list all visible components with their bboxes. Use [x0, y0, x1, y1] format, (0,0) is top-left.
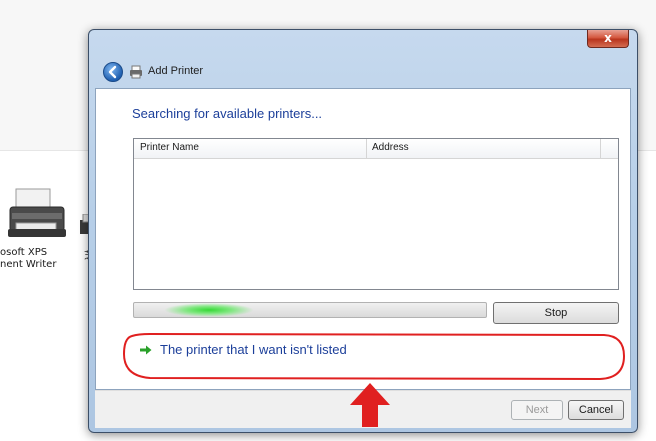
column-header-printer-name[interactable]: Printer Name	[140, 142, 199, 153]
printer-device-icon[interactable]	[6, 183, 70, 245]
close-button[interactable]: x	[587, 30, 629, 48]
back-button[interactable]	[103, 62, 123, 82]
page-heading: Searching for available printers...	[132, 106, 323, 121]
printer-list[interactable]: Printer Name Address	[133, 138, 619, 290]
annotation-arrow-icon	[350, 383, 390, 427]
column-header-address[interactable]: Address	[372, 142, 409, 153]
printer-label-line2: nent Writer	[0, 259, 57, 270]
printer-label-line1: osoft XPS	[0, 247, 48, 258]
column-divider[interactable]	[600, 139, 601, 158]
close-icon: x	[604, 31, 612, 45]
back-arrow-icon	[108, 65, 117, 79]
printer-device-label: osoft XPS nent Writer	[0, 247, 70, 271]
cancel-button[interactable]: Cancel	[568, 400, 624, 420]
annotation-oval	[122, 332, 626, 381]
next-button[interactable]: Next	[511, 400, 563, 420]
printer-icon	[130, 65, 142, 79]
search-progress-bar	[133, 302, 487, 318]
column-divider[interactable]	[366, 139, 367, 158]
progress-indicator	[164, 303, 254, 317]
dialog-title: Add Printer	[148, 65, 204, 77]
list-header: Printer Name Address	[134, 139, 618, 159]
stop-button[interactable]: Stop	[493, 302, 619, 324]
